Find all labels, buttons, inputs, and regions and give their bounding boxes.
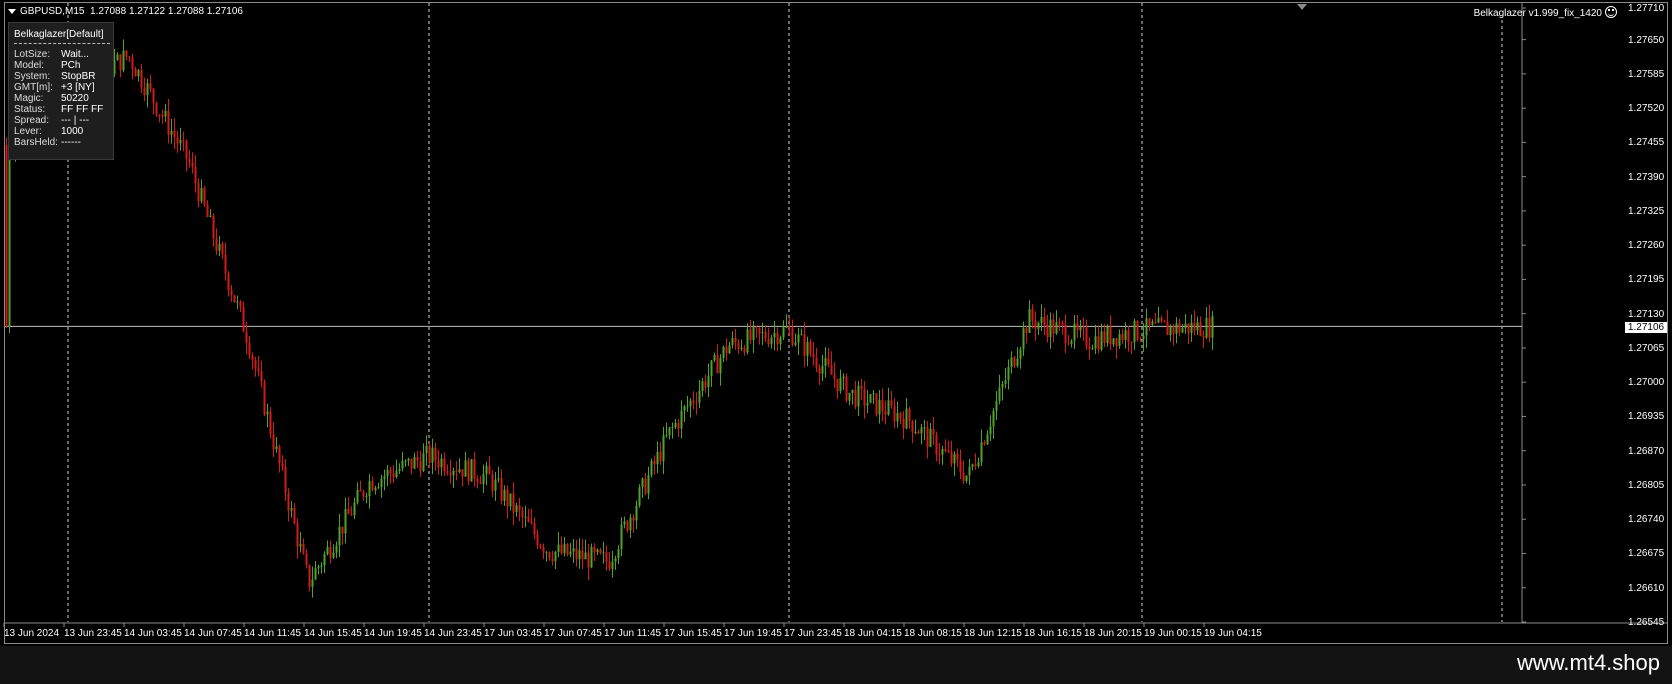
price-tick-label: 1.26675 (1628, 548, 1665, 560)
chart-frame (4, 2, 1668, 644)
time-tick-label: 17 Jun 15:45 (664, 628, 722, 639)
time-tick-label: 17 Jun 19:45 (724, 628, 782, 639)
time-tick-label: 17 Jun 03:45 (484, 628, 542, 639)
info-value: --- | --- (61, 115, 90, 126)
price-tick-label: 1.26740 (1628, 514, 1665, 526)
info-key: System: (14, 71, 51, 82)
price-tick-label: 1.27260 (1628, 240, 1665, 252)
info-panel-title: Belkaglazer[Default] (14, 29, 104, 40)
chart-shift-marker-icon[interactable] (1297, 4, 1307, 10)
info-key: Lever: (14, 126, 42, 137)
time-tick-label: 13 Jun 23:45 (64, 628, 122, 639)
brand-watermark: www.mt4.shop (1516, 650, 1660, 675)
price-tick-label: 1.27130 (1628, 308, 1665, 320)
info-value: PCh (61, 60, 81, 71)
price-tick-label: 1.26870 (1628, 445, 1665, 457)
price-tick-label: 1.27195 (1628, 274, 1665, 286)
info-row-model: Model: PCh (14, 60, 80, 71)
time-tick-label: 17 Jun 11:45 (604, 628, 662, 639)
time-tick-label: 18 Jun 12:15 (964, 628, 1022, 639)
time-tick-label: 14 Jun 03:45 (124, 628, 182, 639)
info-key: LotSize: (14, 49, 51, 60)
time-tick-label: 18 Jun 04:15 (844, 628, 902, 639)
info-panel-divider (14, 43, 110, 44)
price-tick-label: 1.26610 (1628, 582, 1665, 594)
info-key: Status: (14, 104, 46, 115)
symbol-label: GBPUSD,M15 (20, 6, 85, 17)
time-tick-label: 18 Jun 20:15 (1084, 628, 1142, 639)
price-tick-label: 1.27585 (1628, 68, 1665, 80)
price-tick-label: 1.27710 (1628, 3, 1665, 14)
chart-window[interactable]: GBPUSD,M15 1.27088 1.27122 1.27088 1.271… (0, 0, 1672, 646)
info-value: 50220 (61, 93, 89, 104)
time-tick-label: 18 Jun 08:15 (904, 628, 962, 639)
time-tick-label: 17 Jun 23:45 (784, 628, 842, 639)
info-value: 1000 (61, 126, 84, 137)
time-tick-label: 13 Jun 2024 (4, 628, 60, 639)
current-price-label: 1.27106 (1625, 322, 1667, 333)
info-value: FF FF FF (61, 104, 104, 115)
ea-info-panel: Belkaglazer[Default] LotSize: Wait... Mod… (8, 22, 114, 160)
ohlc-values: 1.27088 1.27122 1.27088 1.27106 (90, 6, 243, 17)
time-tick-label: 19 Jun 04:15 (1204, 628, 1262, 639)
info-row-barsheld: BarsHeld: ------ (14, 137, 81, 148)
info-row-gmt: GMT[m]: +3 [NY] (14, 82, 95, 93)
dropdown-triangle-icon[interactable] (8, 8, 16, 14)
price-tick-label: 1.27520 (1628, 103, 1665, 115)
info-value: ------ (61, 137, 81, 148)
info-key: Spread: (14, 115, 50, 126)
price-tick-label: 1.26545 (1628, 617, 1665, 628)
time-tick-label: 19 Jun 00:15 (1144, 628, 1202, 639)
info-row-magic: Magic: 50220 (14, 93, 89, 104)
time-tick-label: 18 Jun 16:15 (1024, 628, 1082, 639)
price-tick-label: 1.27455 (1628, 137, 1665, 149)
price-tick-label: 1.27065 (1628, 342, 1665, 354)
time-tick-label: 14 Jun 23:45 (424, 628, 482, 639)
price-tick-label: 1.27390 (1628, 171, 1665, 183)
price-tick-label: 1.27000 (1628, 377, 1665, 389)
time-tick-label: 17 Jun 07:45 (544, 628, 602, 639)
price-tick-label: 1.27650 (1628, 34, 1665, 46)
info-value: Wait... (61, 49, 89, 60)
price-tick-label: 1.26805 (1628, 479, 1665, 491)
price-tick-label: 1.26935 (1628, 411, 1665, 423)
info-key: BarsHeld: (14, 137, 58, 148)
time-tick-label: 14 Jun 11:45 (244, 628, 302, 639)
time-tick-label: 14 Jun 07:45 (184, 628, 242, 639)
info-row-system: System: StopBR (14, 71, 95, 82)
price-tick-label: 1.27325 (1628, 205, 1665, 217)
smiley-icon[interactable] (1605, 6, 1617, 18)
info-value: StopBR (61, 71, 96, 82)
info-row-spread: Spread: --- | --- (14, 115, 89, 126)
expert-advisor-name: Belkaglazer v1.999_fix_1420 (1473, 8, 1602, 19)
time-tick-label: 14 Jun 15:45 (304, 628, 362, 639)
info-key: Magic: (14, 93, 44, 104)
info-value: +3 [NY] (61, 82, 95, 93)
info-row-lotsize: LotSize: Wait... (14, 49, 89, 60)
info-row-status: Status: FF FF FF (14, 104, 103, 115)
time-tick-label: 14 Jun 19:45 (364, 628, 422, 639)
symbol-header[interactable]: GBPUSD,M15 1.27088 1.27122 1.27088 1.271… (8, 6, 243, 17)
info-row-lever: Lever: 1000 (14, 126, 83, 137)
info-key: GMT[m]: (14, 82, 53, 93)
info-key: Model: (14, 60, 45, 71)
